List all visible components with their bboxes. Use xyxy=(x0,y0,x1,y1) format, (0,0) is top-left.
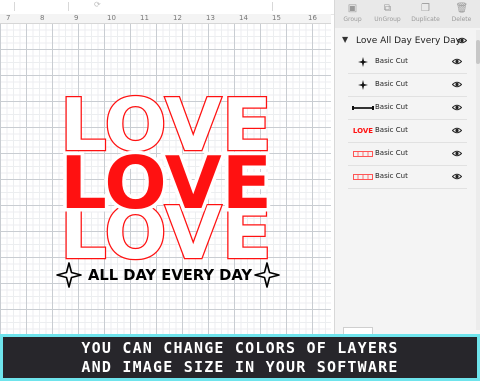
ungroup-icon: ⧉ xyxy=(383,3,392,14)
sparkle-icon xyxy=(352,56,374,68)
sparkle-icon xyxy=(352,79,374,91)
eye-icon[interactable] xyxy=(457,37,467,44)
layer-group-title: Love All Day Every Day xyxy=(356,36,461,46)
love-solid-thumb-text: LOVE xyxy=(352,127,374,135)
ungroup-button[interactable]: ⧉ UnGroup xyxy=(373,2,402,24)
group-label: Group xyxy=(343,16,362,23)
promo-banner-inner: YOU CAN CHANGE COLORS OF LAYERS AND IMAG… xyxy=(3,337,477,378)
banner-line-1: YOU CAN CHANGE COLORS OF LAYERS xyxy=(81,339,399,357)
eye-icon[interactable] xyxy=(452,127,462,134)
tagline-text[interactable]: ALL DAY EVERY DAY xyxy=(88,266,253,284)
duplicate-icon: ❐ xyxy=(421,3,430,14)
duplicate-button[interactable]: ❐ Duplicate xyxy=(411,2,440,24)
group-icon: ▣ xyxy=(347,3,358,14)
love-solid-thumb: LOVE xyxy=(352,125,374,137)
layer-label: Basic Cut xyxy=(375,80,408,88)
layer-row[interactable]: Basic Cut xyxy=(348,74,467,97)
eye-icon[interactable] xyxy=(452,150,462,157)
duplicate-label: Duplicate xyxy=(411,16,440,23)
trash-icon: 🗑 xyxy=(455,3,469,14)
chevron-down-icon[interactable]: ▼ xyxy=(342,35,348,44)
layer-row[interactable]: LOVE Basic Cut xyxy=(348,120,467,143)
layer-row[interactable]: Basic Cut xyxy=(348,166,467,189)
eye-icon[interactable] xyxy=(452,81,462,88)
layer-label: Basic Cut xyxy=(375,103,408,111)
layer-row[interactable]: Basic Cut xyxy=(348,97,467,120)
group-button[interactable]: ▣ Group xyxy=(338,2,367,24)
layer-group-row[interactable]: ▼ Love All Day Every Day xyxy=(339,33,473,50)
banner-line-2: AND IMAGE SIZE IN YOUR SOFTWARE xyxy=(81,358,399,376)
promo-banner: YOU CAN CHANGE COLORS OF LAYERS AND IMAG… xyxy=(0,334,480,381)
ungroup-label: UnGroup xyxy=(374,16,401,23)
layer-row[interactable]: Basic Cut xyxy=(348,51,467,74)
eye-icon[interactable] xyxy=(452,104,462,111)
delete-button[interactable]: 🗑 Delete xyxy=(447,2,476,24)
eye-icon[interactable] xyxy=(452,58,462,65)
love-artwork[interactable]: LOVE LOVE LOVE ALL DAY EVERY DAY xyxy=(0,0,331,334)
scrollbar-thumb[interactable] xyxy=(476,40,480,64)
love-outline-thumb xyxy=(352,148,374,160)
layers-toolbar: ▣ Group ⧉ UnGroup ❐ Duplicate 🗑 Delete xyxy=(335,0,480,28)
tagline-thumb xyxy=(352,102,374,114)
layers-panel: ▣ Group ⧉ UnGroup ❐ Duplicate 🗑 Delete ▼… xyxy=(334,0,480,338)
love-outline-thumb xyxy=(352,171,374,183)
love-solid-middle[interactable]: LOVE xyxy=(57,138,276,229)
eye-icon[interactable] xyxy=(452,173,462,180)
layer-row[interactable]: Basic Cut xyxy=(348,143,467,166)
scrollbar-track[interactable] xyxy=(476,30,480,330)
layer-label: Basic Cut xyxy=(375,172,408,180)
delete-label: Delete xyxy=(451,16,472,23)
layer-label: Basic Cut xyxy=(375,126,408,134)
layer-label: Basic Cut xyxy=(375,57,408,65)
layer-label: Basic Cut xyxy=(375,149,408,157)
